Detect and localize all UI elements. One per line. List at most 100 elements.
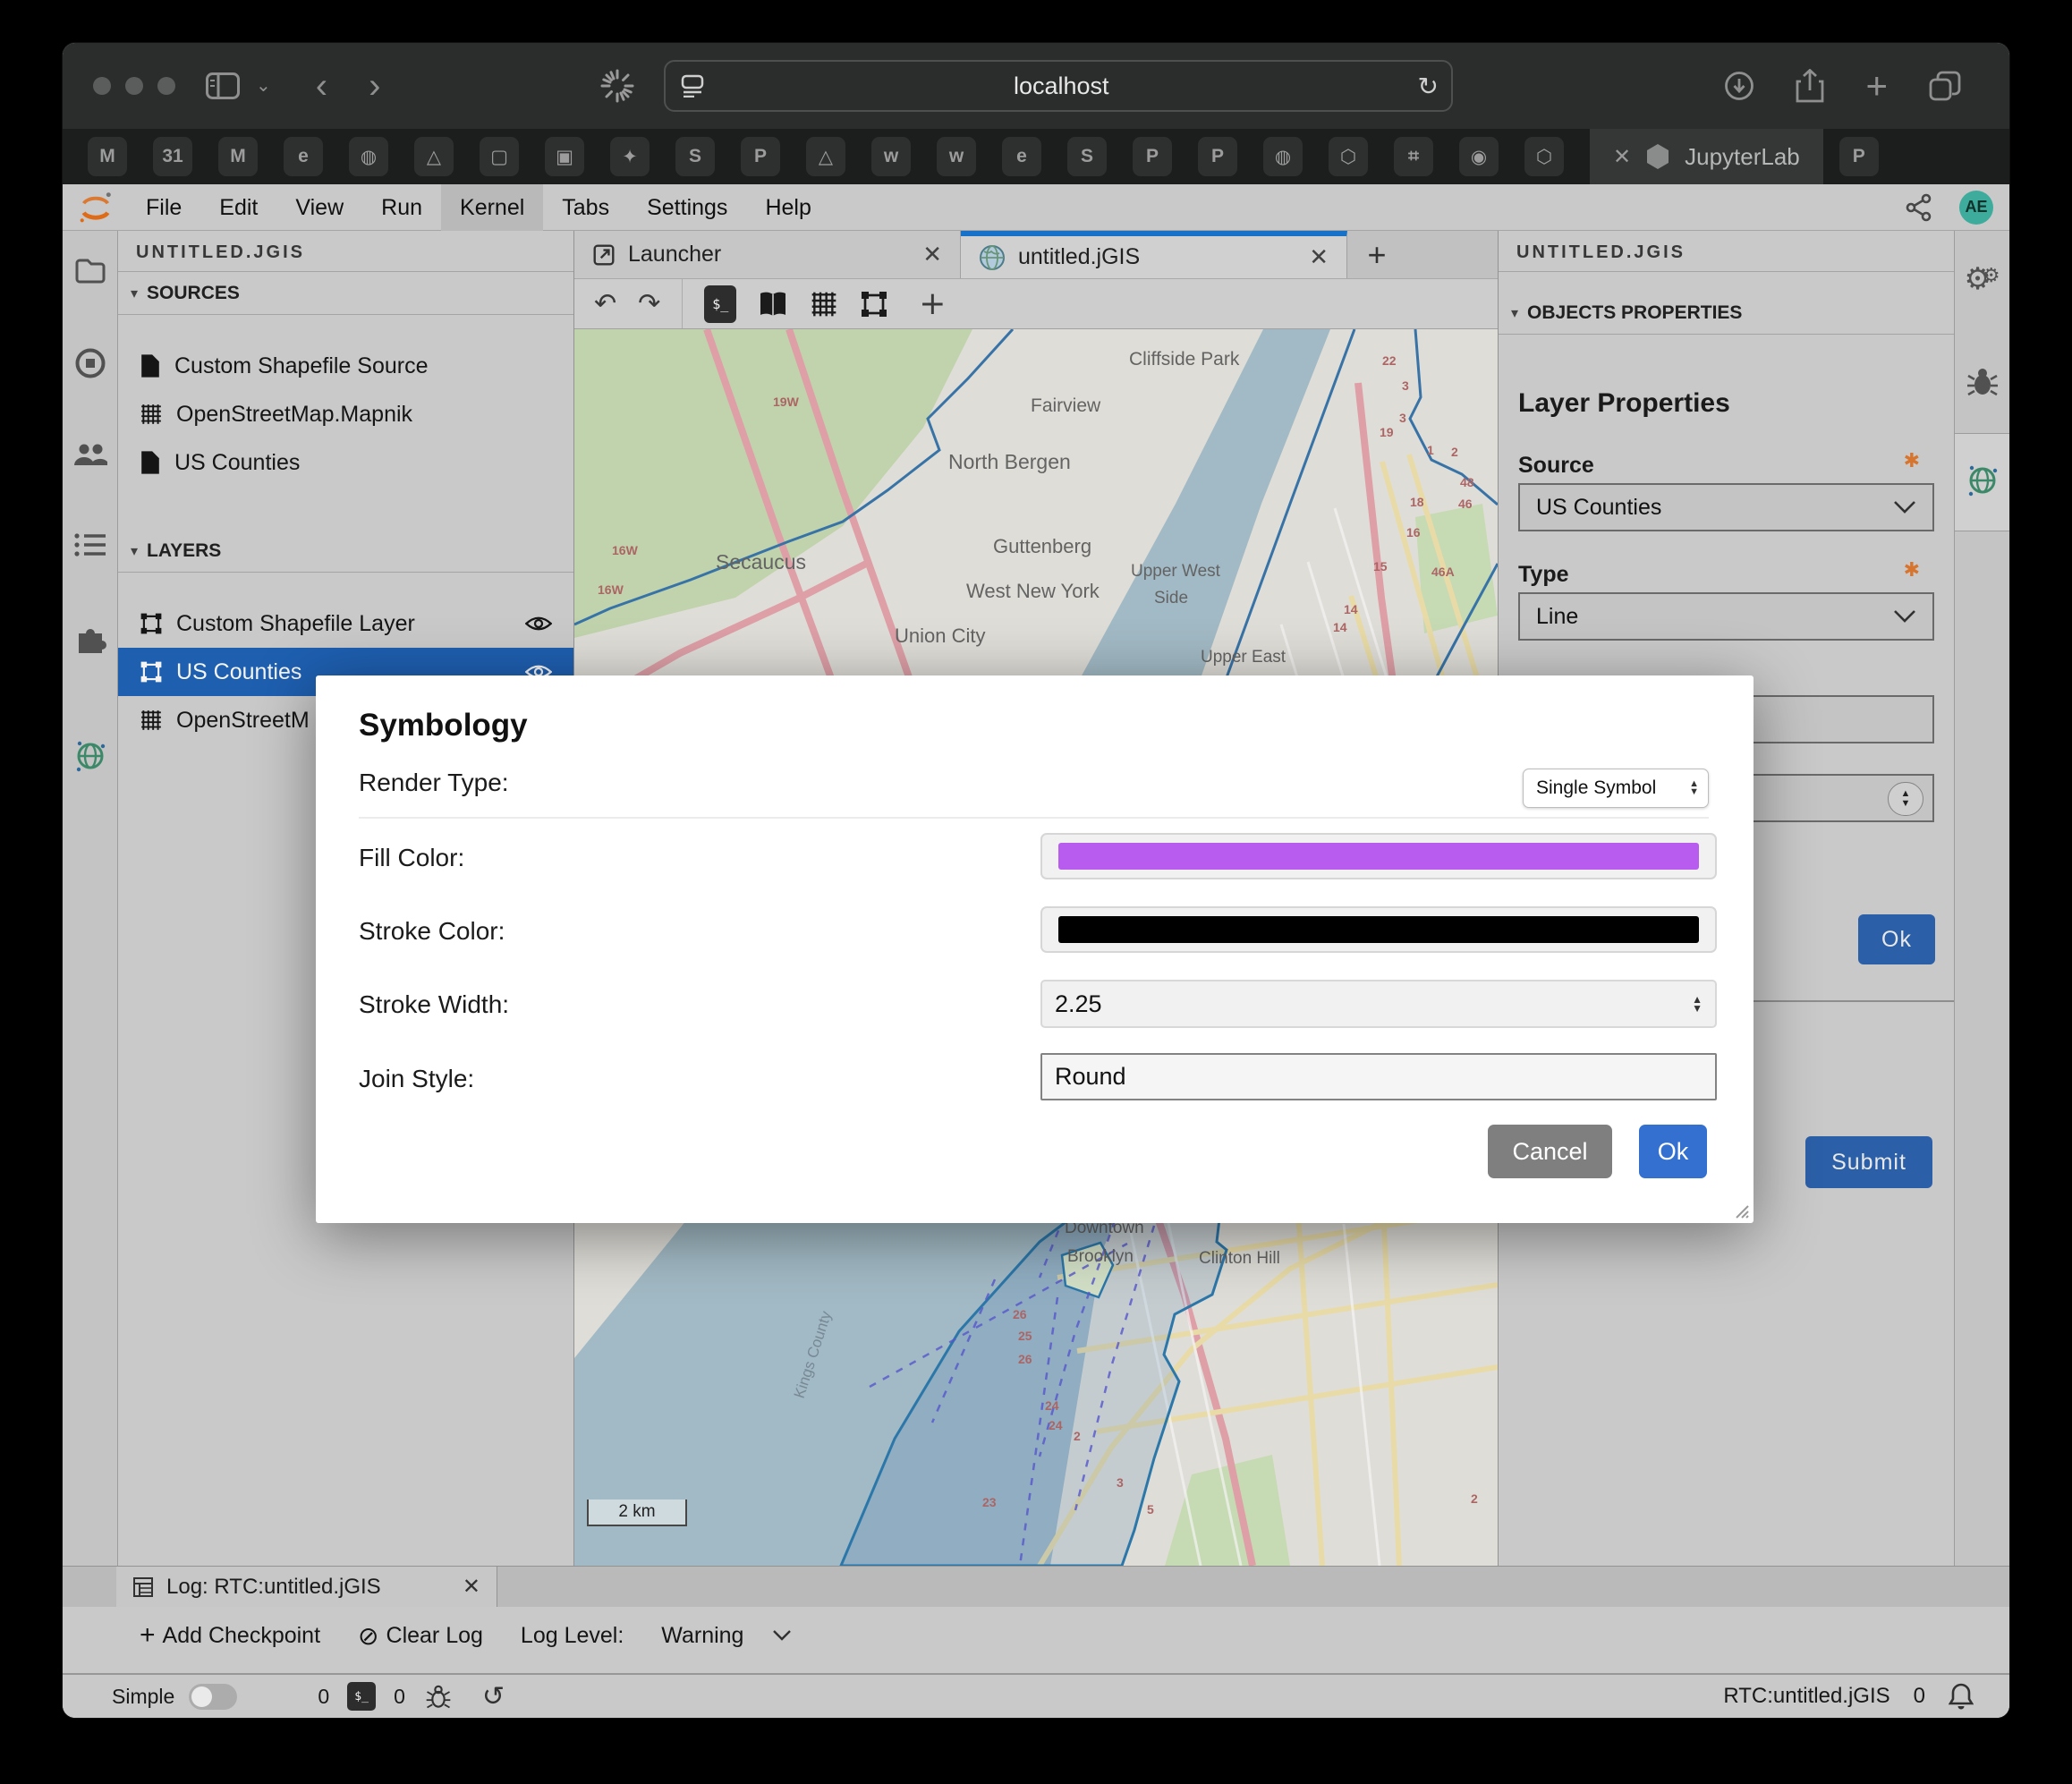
table-of-contents-icon[interactable] [73,531,107,558]
join-style-select[interactable]: Round [1040,1053,1717,1100]
objects-properties-header[interactable]: ▾ OBJECTS PROPERTIES [1499,292,1954,335]
stroke-width-input[interactable]: 2.25 ▲▼ [1040,980,1717,1028]
chevron-down-icon[interactable]: ⌄ [256,77,271,95]
add-vector-icon[interactable] [860,290,888,319]
bookmark-favicon[interactable]: ⬡ [1329,137,1368,176]
address-bar[interactable]: localhost ↻ [664,60,1453,112]
menu-help[interactable]: Help [746,184,829,231]
tab-launcher[interactable]: Launcher ✕ [574,231,961,278]
menu-run[interactable]: Run [362,184,441,231]
layers-section-header[interactable]: ▾ LAYERS [118,530,573,573]
bookmark-favicon[interactable]: S [1067,137,1107,176]
tab-untitled-jgis[interactable]: untitled.jGIS ✕ [961,231,1347,278]
stroke-color-swatch[interactable] [1058,916,1699,943]
bookmark-favicon[interactable]: 31 [153,137,192,176]
fill-color-input[interactable] [1040,833,1717,879]
bookmark-favicon[interactable]: P [1133,137,1172,176]
minimize-window-button[interactable] [125,77,143,95]
bookmark-favicon[interactable]: w [871,137,911,176]
stepper-arrows[interactable]: ▲▼ [1692,995,1703,1013]
bookmark-favicon[interactable]: ◍ [1263,137,1303,176]
share-nodes-icon[interactable] [1906,193,1932,222]
submit-button[interactable]: Submit [1805,1136,1932,1188]
bookmark-favicon[interactable]: w [937,137,976,176]
simple-mode-toggle[interactable] [189,1684,237,1710]
downloads-icon[interactable] [1724,71,1754,101]
url-text[interactable]: localhost [705,72,1418,100]
log-panel-tab[interactable]: Log: RTC:untitled.jGIS ✕ [116,1567,497,1607]
pinned-tab-jupyterlab[interactable]: ✕ JupyterLab [1590,129,1823,184]
reload-icon[interactable]: ↻ [1418,72,1439,101]
traffic-lights[interactable] [93,77,175,95]
add-layer-button[interactable]: + [919,285,946,322]
fill-color-swatch[interactable] [1058,843,1699,870]
close-tab-icon[interactable]: ✕ [922,241,942,268]
tab-overview-icon[interactable] [1929,71,1961,101]
file-browser-icon[interactable] [74,256,106,285]
cancel-button[interactable]: Cancel [1488,1125,1612,1178]
menu-tabs[interactable]: Tabs [543,184,628,231]
back-button[interactable]: ‹ [316,68,327,104]
menu-kernel[interactable]: Kernel [441,184,543,231]
visibility-eye-icon[interactable] [525,615,552,633]
source-item-custom-shapefile[interactable]: Custom Shapefile Source [118,342,573,390]
close-window-button[interactable] [93,77,111,95]
bookmark-favicon[interactable]: S [675,137,715,176]
bookmark-favicon[interactable]: ✦ [610,137,650,176]
bookmark-favicon[interactable]: P [741,137,780,176]
property-inspector-gears-icon[interactable]: ⚙⚙ [1964,261,2000,297]
menu-view[interactable]: View [276,184,362,231]
zoom-window-button[interactable] [157,77,175,95]
bookmark-favicon[interactable]: △ [414,137,454,176]
reader-view-icon[interactable] [680,74,705,98]
user-avatar[interactable]: AE [1959,191,1993,225]
new-launcher-button[interactable]: + [1347,231,1406,278]
bell-icon[interactable] [1949,1682,1974,1711]
status-bug-icon[interactable] [425,1683,452,1710]
bookmark-favicon[interactable]: ⬡ [1524,137,1564,176]
layer-item-custom-shapefile[interactable]: Custom Shapefile Layer [118,599,573,648]
bookmark-favicon[interactable]: ⌗ [1394,137,1433,176]
pinned-tab-label[interactable]: JupyterLab [1685,143,1800,171]
type-select[interactable]: Line [1518,592,1934,641]
sidebar-toggle-icon[interactable] [206,72,240,99]
forward-button[interactable]: › [369,68,380,104]
history-icon[interactable]: ↺ [482,1681,505,1712]
close-log-icon[interactable]: ✕ [463,1574,480,1600]
bookmark-favicon[interactable]: P [1198,137,1237,176]
stepper-arrows[interactable]: ▲▼ [1888,782,1923,816]
bookmark-favicon[interactable]: △ [806,137,845,176]
extension-manager-icon[interactable] [73,621,107,655]
console-icon[interactable]: $_ [704,285,736,323]
source-select[interactable]: US Counties [1518,483,1934,531]
bookmark-favicon[interactable]: ◉ [1459,137,1499,176]
running-sessions-icon[interactable] [74,347,106,379]
clear-log-button[interactable]: ⊘ Clear Log [358,1621,483,1651]
source-item-osm-mapnik[interactable]: OpenStreetMap.Mapnik [118,390,573,438]
log-level-select[interactable]: Warning [661,1623,792,1649]
resize-grip-icon[interactable] [1731,1201,1749,1219]
bookmark-favicon[interactable]: e [1002,137,1041,176]
bookmark-favicon[interactable]: M [88,137,127,176]
new-tab-button[interactable]: + [1865,67,1888,105]
panel-ok-button[interactable]: Ok [1858,914,1935,964]
menu-edit[interactable]: Edit [200,184,276,231]
bookmark-favicon[interactable]: M [218,137,258,176]
terminal-badge-icon[interactable]: $_ [347,1682,376,1711]
bookmark-favicon[interactable]: ▢ [480,137,519,176]
bookmark-favicon[interactable]: P [1839,137,1879,176]
add-checkpoint-button[interactable]: + Add Checkpoint [140,1620,320,1651]
collaborators-icon[interactable] [72,442,108,469]
redo-icon[interactable]: ↷ [638,288,660,319]
add-raster-icon[interactable] [810,290,838,319]
undo-icon[interactable]: ↶ [594,288,616,319]
basemap-book-icon[interactable] [758,291,788,318]
stroke-color-input[interactable] [1040,906,1717,953]
render-type-select[interactable]: Single Symbol ▲▼ [1523,769,1709,808]
dialog-ok-button[interactable]: Ok [1639,1125,1707,1178]
bookmark-favicon[interactable]: e [284,137,323,176]
debugger-bug-icon[interactable] [1966,365,1999,397]
source-item-us-counties[interactable]: US Counties [118,438,573,487]
menu-file[interactable]: File [127,184,200,231]
jupytergis-globe-icon[interactable] [72,737,108,773]
